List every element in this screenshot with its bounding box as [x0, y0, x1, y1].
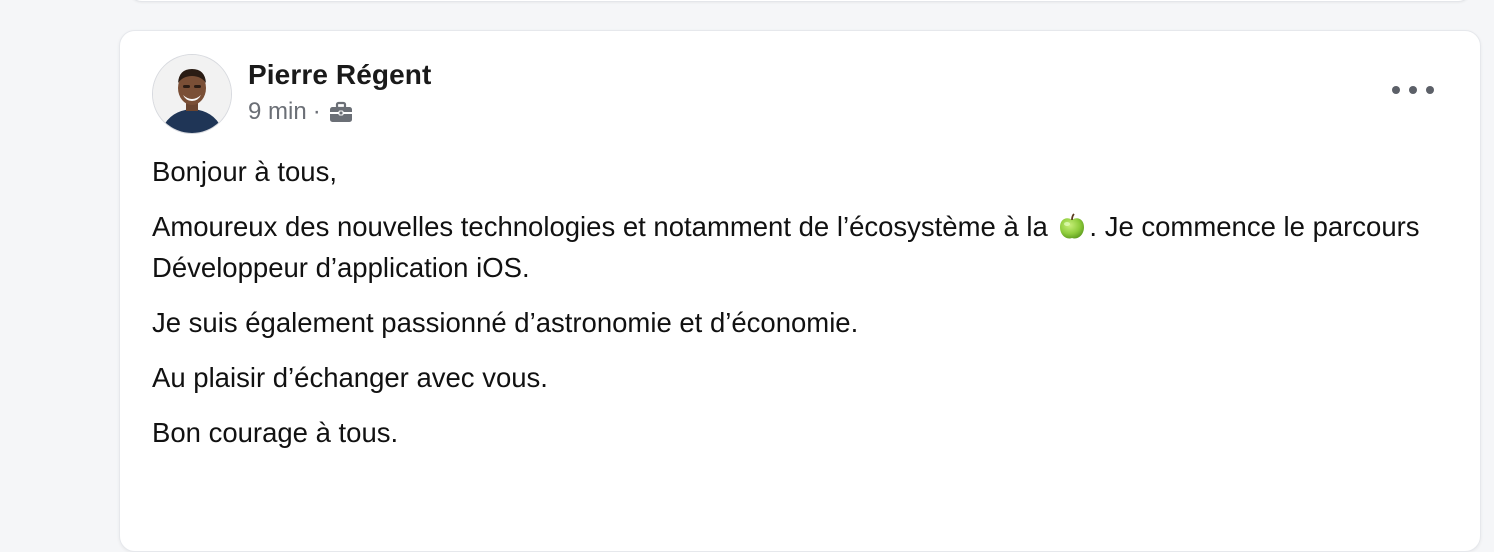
post-paragraph-interests: Je suis également passionné d’astronomie…: [152, 307, 859, 338]
apple-emoji-icon: [1057, 212, 1087, 242]
more-options-button[interactable]: [1392, 79, 1434, 101]
more-horizontal-icon: [1392, 86, 1400, 94]
briefcase-icon: [329, 101, 353, 123]
post-time: 9 min: [248, 98, 307, 125]
avatar-photo: [153, 55, 231, 133]
post-paragraph-closing: Bon courage à tous.: [152, 417, 399, 448]
post-paragraph-exchange: Au plaisir d’échanger avec vous.: [152, 362, 548, 393]
post-paragraph-intro: Amoureux des nouvelles technologies et n…: [152, 211, 1420, 283]
author-name[interactable]: Pierre Régent: [248, 59, 431, 91]
post-greeting: Bonjour à tous,: [152, 156, 337, 187]
post-body: Bonjour à tous, Amoureux des nouvelles t…: [152, 151, 1452, 467]
post-meta: 9 min ·: [248, 98, 353, 126]
meta-separator: ·: [312, 98, 321, 125]
post-card: Pierre Régent 9 min · Bonjour à tous, Am…: [119, 30, 1481, 552]
previous-post-card: [128, 0, 1472, 2]
avatar[interactable]: [152, 54, 232, 134]
